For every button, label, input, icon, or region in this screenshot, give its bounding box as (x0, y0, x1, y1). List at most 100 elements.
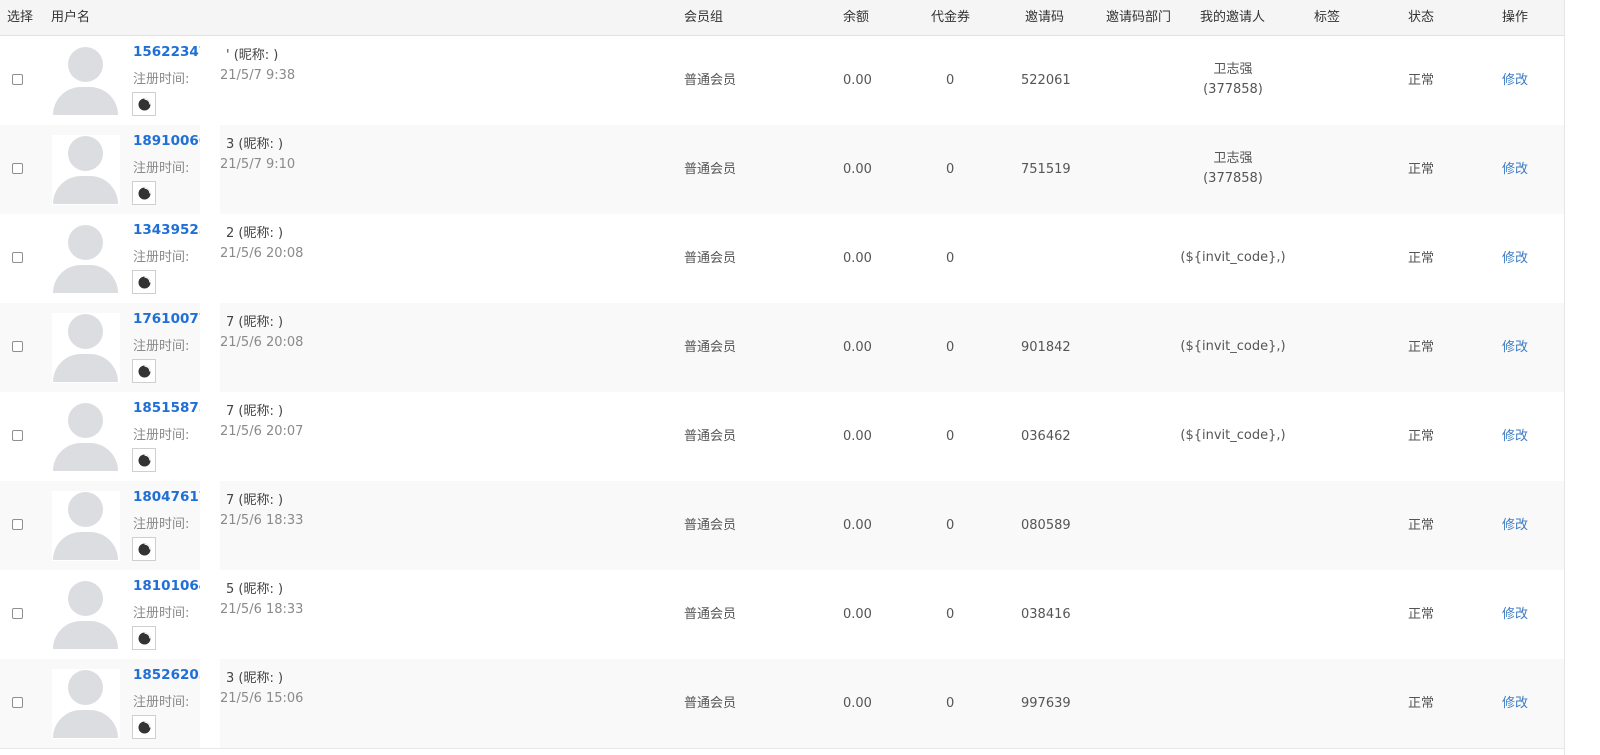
reg-time-value: 21/5/6 20:07 (220, 424, 304, 439)
reg-time-value: 21/5/6 20:08 (220, 246, 304, 261)
edit-link[interactable]: 修改 (1502, 570, 1528, 659)
username-link[interactable]: 17610077 (133, 311, 208, 327)
row-select-checkbox[interactable] (12, 697, 23, 708)
reg-time-label: 注册时间: (133, 72, 190, 87)
nickname: 7 (昵称: ) (226, 404, 284, 419)
header-voucher: 代金券 (931, 10, 971, 25)
avatar-body-shape (53, 621, 118, 649)
avatar (52, 135, 120, 205)
nickname: 7 (昵称: ) (226, 315, 284, 330)
redaction-mask (200, 481, 220, 570)
row-select-checkbox[interactable] (12, 163, 23, 174)
nickname: 2 (昵称: ) (226, 226, 284, 241)
edit-link[interactable]: 修改 (1502, 36, 1528, 125)
nickname: 3 (昵称: ) (226, 137, 284, 152)
username-link[interactable]: 18047617 (133, 489, 208, 505)
row-select-checkbox[interactable] (12, 608, 23, 619)
table-row: 18910066(3 (昵称: ) 注册时间: 21/5/7 9:10 普通会员 0.0… (0, 125, 1564, 215)
username-link[interactable]: 13439525 (133, 222, 208, 238)
edit-link[interactable]: 修改 (1502, 392, 1528, 481)
username-link[interactable]: 18526205 (133, 667, 208, 683)
balance-value: 0.00 (843, 73, 872, 88)
stats-button[interactable] (132, 626, 156, 650)
reg-time-label: 注册时间: (133, 428, 190, 443)
voucher-value: 0 (946, 251, 955, 266)
pie-chart-icon (138, 721, 151, 734)
table-row: 15622347(' (昵称: ) 注册时间: 21/5/7 9:38 普通会员 0.0… (0, 36, 1564, 126)
balance-value: 0.00 (843, 696, 872, 711)
avatar-body-shape (53, 710, 118, 738)
default-avatar-icon (68, 403, 103, 438)
avatar-body-shape (53, 87, 118, 115)
invite-code-value: 751519 (1021, 162, 1071, 177)
avatar-body-shape (53, 443, 118, 471)
redaction-mask (200, 125, 220, 214)
default-avatar-icon (68, 670, 103, 705)
default-avatar-icon (68, 47, 103, 82)
redaction-mask (200, 392, 220, 481)
row-select-checkbox[interactable] (12, 519, 23, 530)
edit-link[interactable]: 修改 (1502, 659, 1528, 748)
nickname: 7 (昵称: ) (226, 493, 284, 508)
default-avatar-icon (68, 581, 103, 616)
voucher-value: 0 (946, 162, 955, 177)
nickname: 3 (昵称: ) (226, 671, 284, 686)
avatar (52, 224, 120, 294)
voucher-value: 0 (946, 518, 955, 533)
edit-link[interactable]: 修改 (1502, 125, 1528, 214)
reg-time-label: 注册时间: (133, 695, 190, 710)
nickname: ' (昵称: ) (226, 48, 279, 63)
header-invite-code: 邀请码 (1025, 10, 1065, 25)
default-avatar-icon (68, 492, 103, 527)
stats-button[interactable] (132, 359, 156, 383)
nickname: 5 (昵称: ) (226, 582, 284, 597)
header-invite-dept: 邀请码部门 (1106, 10, 1172, 25)
avatar (52, 491, 120, 561)
avatar-body-shape (53, 176, 118, 204)
edit-link[interactable]: 修改 (1502, 214, 1528, 303)
member-group: 普通会员 (684, 73, 737, 88)
reg-time-value: 21/5/6 18:33 (220, 513, 304, 528)
table-row: 18047617 7 (昵称: ) 注册时间: 21/5/6 18:33 普通会员 0.0… (0, 481, 1564, 571)
redaction-mask (200, 303, 220, 392)
balance-value: 0.00 (843, 162, 872, 177)
username-link[interactable]: 18515875 (133, 400, 208, 416)
member-group: 普通会员 (684, 340, 737, 355)
stats-button[interactable] (132, 270, 156, 294)
edit-link[interactable]: 修改 (1502, 303, 1528, 392)
stats-button[interactable] (132, 181, 156, 205)
table-row: 18101064(5 (昵称: ) 注册时间: 21/5/6 18:33 普通会员 0.… (0, 570, 1564, 660)
header-action: 操作 (1502, 10, 1529, 25)
pie-chart-icon (138, 187, 151, 200)
voucher-value: 0 (946, 73, 955, 88)
reg-time-value: 21/5/7 9:10 (220, 157, 296, 172)
reg-time-label: 注册时间: (133, 339, 190, 354)
avatar (52, 580, 120, 650)
balance-value: 0.00 (843, 607, 872, 622)
reg-time-value: 21/5/6 15:06 (220, 691, 304, 706)
header-balance: 余额 (843, 10, 870, 25)
invite-code-value: 901842 (1021, 340, 1071, 355)
default-avatar-icon (68, 136, 103, 171)
pie-chart-icon (138, 365, 151, 378)
reg-time-label: 注册时间: (133, 517, 190, 532)
stats-button[interactable] (132, 92, 156, 116)
status-value: 正常 (1408, 251, 1435, 266)
reg-time-value: 21/5/7 9:38 (220, 68, 296, 83)
row-select-checkbox[interactable] (12, 252, 23, 263)
table-row: 13439525 2 (昵称: ) 注册时间: 21/5/6 20:08 普通会员 0.0… (0, 214, 1564, 304)
reg-time-value: 21/5/6 18:33 (220, 602, 304, 617)
row-select-checkbox[interactable] (12, 74, 23, 85)
row-select-checkbox[interactable] (12, 430, 23, 441)
header-tags: 标签 (1314, 10, 1341, 25)
stats-button[interactable] (132, 537, 156, 561)
table-row: 17610077 7 (昵称: ) 注册时间: 21/5/6 20:08 普通会员 0.0… (0, 303, 1564, 393)
stats-button[interactable] (132, 448, 156, 472)
stats-button[interactable] (132, 715, 156, 739)
voucher-value: 0 (946, 696, 955, 711)
redaction-mask (200, 214, 220, 303)
invite-code-value: 997639 (1021, 696, 1071, 711)
edit-link[interactable]: 修改 (1502, 481, 1528, 570)
invite-code-value: 036462 (1021, 429, 1071, 444)
row-select-checkbox[interactable] (12, 341, 23, 352)
